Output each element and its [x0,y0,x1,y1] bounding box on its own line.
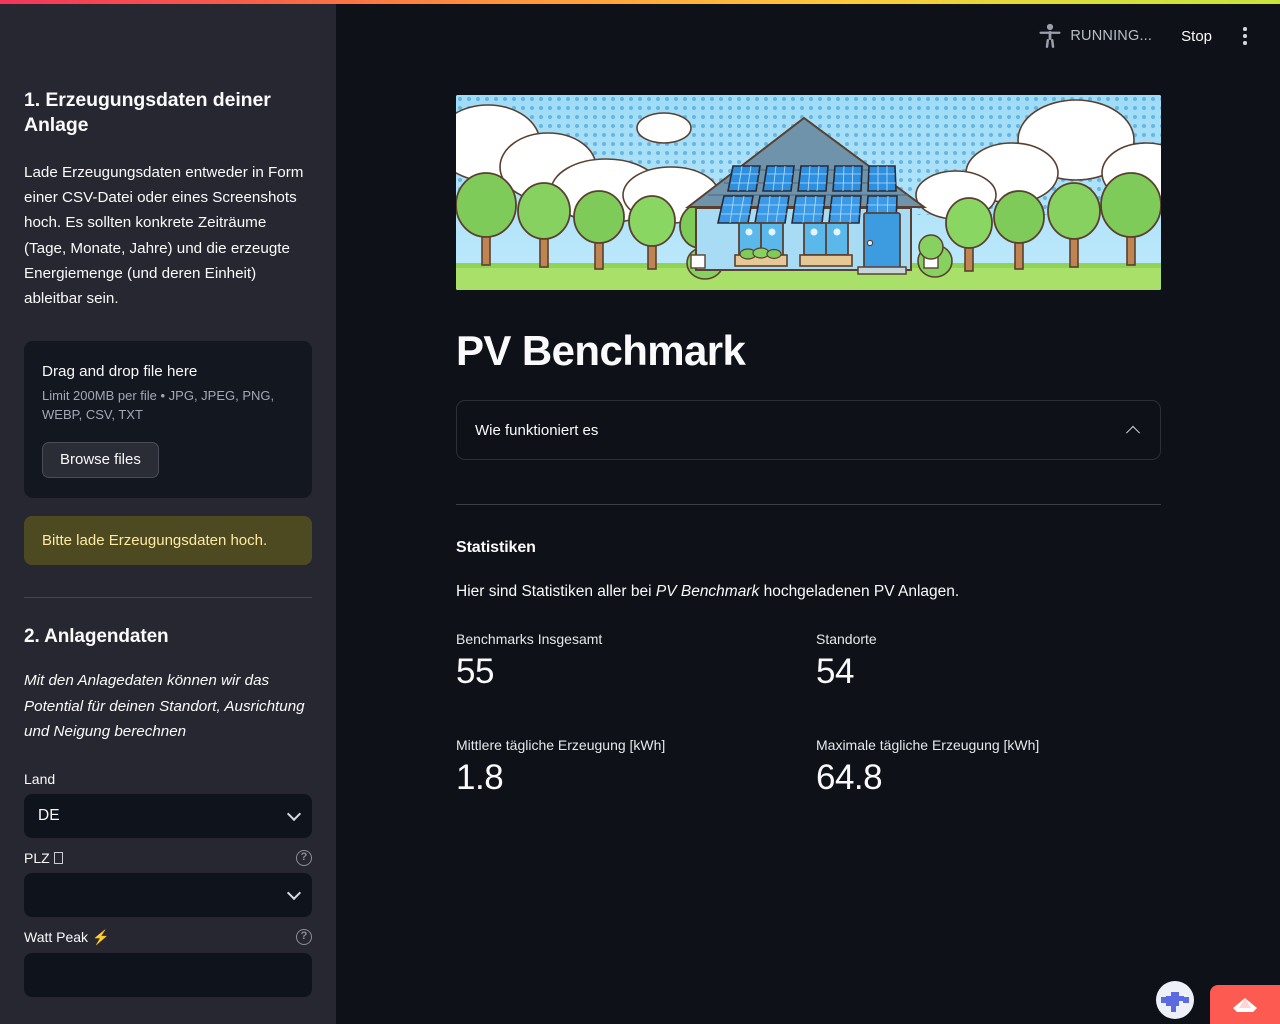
metric-label: Mittlere tägliche Erzeugung [kWh] [456,737,666,754]
sidebar-divider [24,597,312,599]
statistics-description: Hier sind Statistiken aller bei PV Bench… [456,583,960,601]
sidebar-step2-description: Mit den Anlagedaten können wir das Poten… [24,672,305,741]
deploy-button[interactable] [1210,985,1280,1024]
sidebar: 1. Erzeugungsdaten deiner Anlage Lade Er… [0,0,336,1024]
metric-card: Standorte 54 [816,631,1176,693]
app-toolbar: RUNNING... Stop [1038,0,1280,72]
upload-warning-banner: Bitte lade Erzeugungsdaten hoch. [24,516,312,566]
chevron-down-icon [286,885,302,900]
watt-peak-input[interactable] [24,952,312,997]
metric-value: 1.8 [456,758,504,798]
metric-label: Benchmarks Insgesamt [456,631,603,648]
field-watt-peak: Watt Peak ⚡ ? [24,929,312,997]
main-scroll-area: PV Benchmark Wie funktioniert es Statist… [336,0,1280,799]
uploader-drop-title: Drag and drop file here [42,363,198,381]
globe-badge-icon[interactable] [1156,981,1194,1019]
field-plz: PLZ ? [24,849,312,917]
statistics-title: Statistiken [456,539,536,557]
plz-select[interactable] [24,872,312,917]
field-land-label-row: Land [24,771,312,787]
running-man-icon [1039,23,1061,48]
hero-illustration [456,95,1161,290]
metric-value: 64.8 [816,758,883,798]
floating-action-buttons [1156,981,1280,1024]
field-plz-label: PLZ [24,850,63,866]
kebab-menu-icon[interactable] [1230,21,1260,51]
question-mark-icon[interactable]: ? [296,929,312,946]
metric-value: 55 [456,652,494,692]
statistics-metrics-grid: Benchmarks Insgesamt 55 Standorte 54 Mit… [456,631,1176,799]
page-title: PV Benchmark [456,327,746,374]
browse-files-button[interactable]: Browse files [42,442,159,479]
field-watt-peak-label: Watt Peak ⚡ [24,928,110,945]
metric-label: Maximale tägliche Erzeugung [kWh] [816,737,1040,754]
field-plz-label-row: PLZ ? [24,849,312,866]
field-land-label: Land [24,770,56,787]
expander-label: Wie funktioniert es [475,421,599,439]
uploader-limits-text: Limit 200MB per file • JPG, JPEG, PNG, W… [42,388,275,422]
sidebar-step2-title: 2. Anlagendaten [24,626,169,648]
section-divider [456,504,1161,506]
question-mark-icon[interactable]: ? [296,849,312,866]
land-select[interactable]: DE [24,793,312,838]
main-content: RUNNING... Stop PV Benchmark Wie funktio… [336,0,1280,1024]
stop-button[interactable]: Stop [1172,23,1221,50]
field-watt-peak-label-row: Watt Peak ⚡ ? [24,929,312,946]
app-root: 1. Erzeugungsdaten deiner Anlage Lade Er… [0,0,1280,1024]
running-status-text: RUNNING... [1070,28,1153,44]
metric-card: Maximale tägliche Erzeugung [kWh] 64.8 [816,737,1176,799]
cartoon-house-with-solar-panels [456,95,1161,290]
metric-card: Benchmarks Insgesamt 55 [456,631,816,693]
loading-progress-bar [0,0,1280,4]
metric-value: 54 [816,652,854,692]
tofu-missing-glyph-icon [53,851,63,864]
paper-boat-icon [1233,997,1257,1012]
metric-card: Mittlere tägliche Erzeugung [kWh] 1.8 [456,737,816,799]
chevron-up-icon [1125,425,1141,441]
sidebar-step1-description: Lade Erzeugungsdaten entweder in Form ei… [24,163,304,308]
how-it-works-expander[interactable]: Wie funktioniert es [456,400,1161,461]
sidebar-step1-title: 1. Erzeugungsdaten deiner Anlage [24,89,271,136]
chevron-down-icon [286,806,302,821]
field-land: Land DE [24,771,312,838]
file-uploader-dropzone[interactable]: Drag and drop file here Limit 200MB per … [24,341,312,499]
land-select-value: DE [38,806,60,824]
metric-label: Standorte [816,631,877,648]
globe-badge-glyph [1159,984,1191,1016]
